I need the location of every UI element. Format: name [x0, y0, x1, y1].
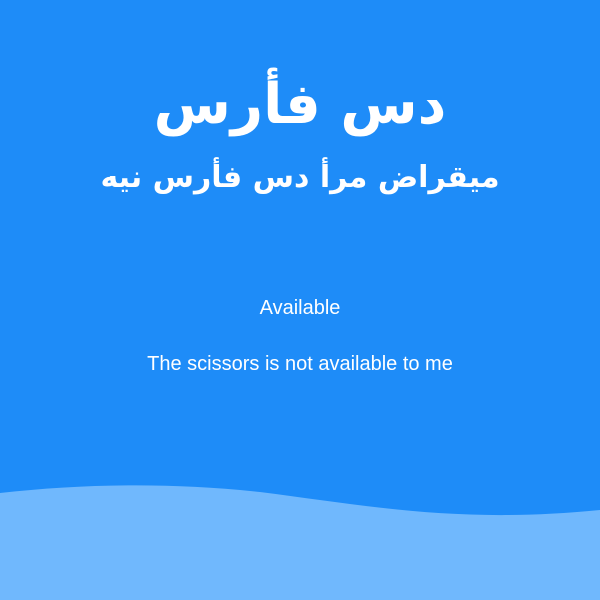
availability-label: Available: [259, 297, 341, 319]
info-card: دس فأرس ميقراض مرأ دس فأرس نيه Available…: [0, 0, 600, 600]
card-subtitle: ميقراض مرأ دس فأرس نيه: [100, 160, 500, 195]
availability-message: The scissors is not available to me: [147, 353, 453, 375]
decorative-wave: [0, 485, 600, 600]
card-title: دس فأرس: [153, 72, 447, 137]
